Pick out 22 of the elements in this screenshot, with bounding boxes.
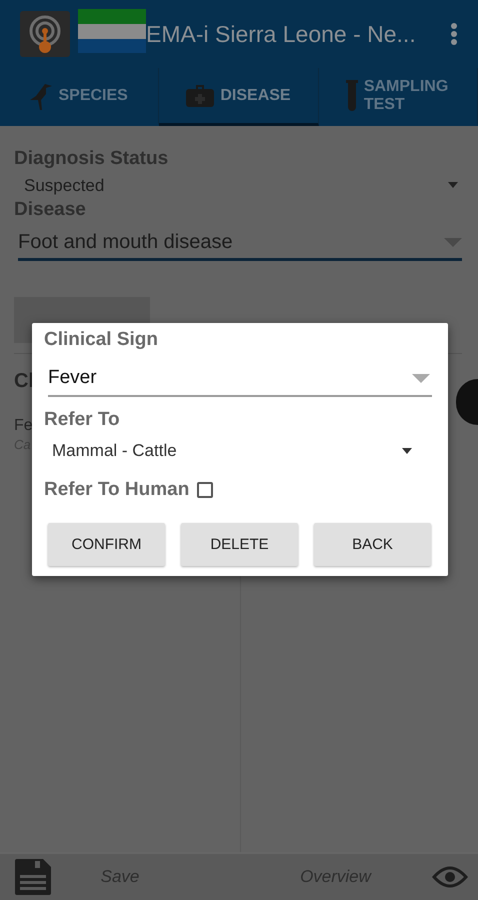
test-tube-icon [346,80,358,112]
field-label: Clinical Sign [44,329,158,351]
field-label: Refer To [44,409,120,431]
eye-icon [432,865,468,889]
list-item-title: Fe [14,417,33,435]
floating-action-button[interactable] [456,379,478,425]
dropdown-value[interactable]: Mammal - Cattle [52,437,177,465]
checkbox[interactable] [197,482,214,498]
confirm-button[interactable]: CONFIRM [48,523,165,566]
app-title: EMA-i Sierra Leone - Ne... [146,20,417,48]
disease-dropdown[interactable]: Foot and mouth disease [18,227,462,261]
app-logo-icon [20,11,70,57]
checkbox-label: Refer To Human [44,479,190,501]
more-options-icon[interactable] [450,22,458,46]
dropdown-arrow-icon[interactable] [402,448,412,454]
delete-button[interactable]: DELETE [181,523,298,566]
bird-icon [30,82,52,110]
medical-bag-icon [186,84,214,106]
dropdown-value[interactable]: Suspected [24,170,104,199]
back-button[interactable]: BACK [314,523,431,566]
clinical-sign-dropdown[interactable]: Fever [48,361,432,397]
flag-icon [78,9,146,53]
